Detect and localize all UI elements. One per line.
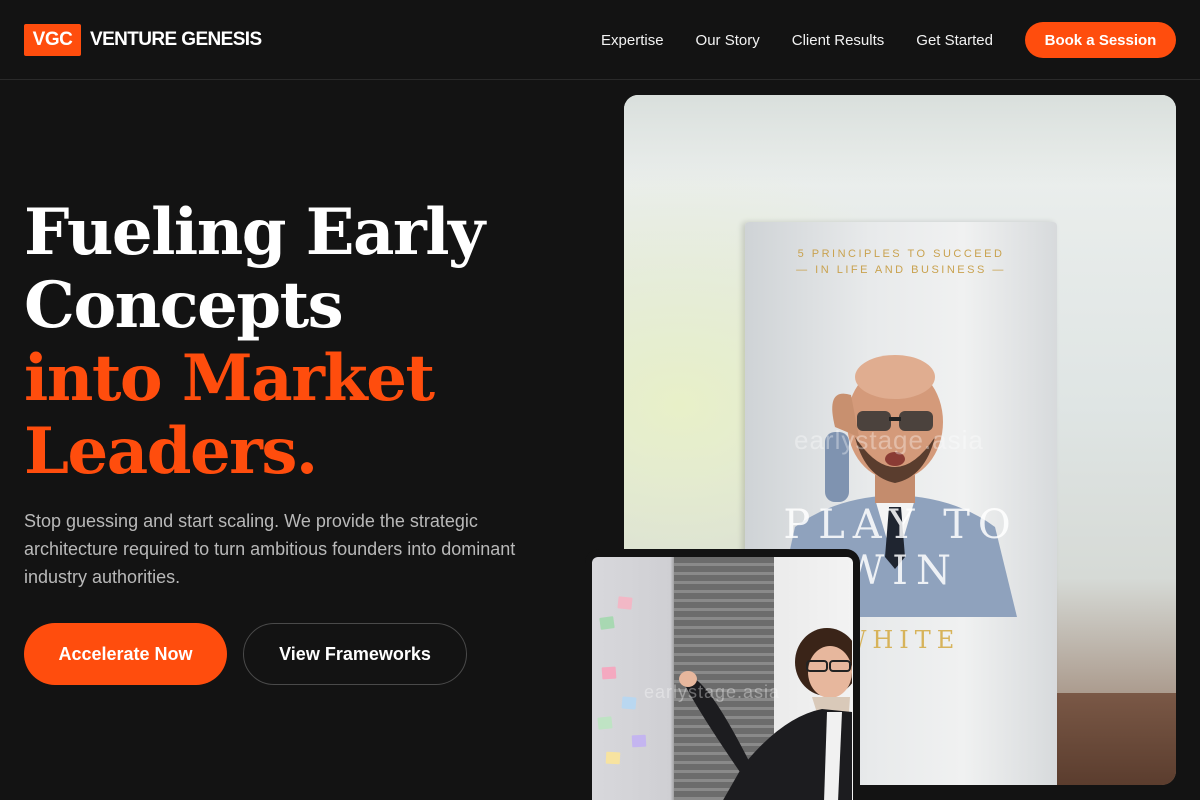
book-session-button[interactable]: Book a Session [1025,22,1176,58]
hero-title: Fueling Early Concepts into Market Leade… [24,196,584,488]
nav-link-get-started[interactable]: Get Started [916,32,993,49]
hero-title-accent-line-1: into Market [24,341,435,416]
planning-photo: earlystage.asia [592,557,853,800]
nav-link-our-story[interactable]: Our Story [696,32,760,49]
sticky-note [599,616,615,630]
nav-link-expertise[interactable]: Expertise [601,32,664,49]
site-header: VGC VENTURE GENESIS Expertise Our Story … [0,0,1200,80]
logo[interactable]: VGC VENTURE GENESIS [24,24,262,56]
nav-link-client-results[interactable]: Client Results [792,32,885,49]
sticky-note [597,716,613,730]
hero-subtitle: Stop guessing and start scaling. We prov… [24,511,516,587]
sticky-note [601,666,617,680]
logo-badge: VGC [24,24,81,56]
woman-illustration [679,628,852,800]
accelerate-now-button[interactable]: Accelerate Now [24,623,227,685]
main-nav: Expertise Our Story Client Results Get S… [601,22,1176,58]
hero-title-line-2: Concepts [24,268,344,343]
logo-text: VENTURE GENESIS [90,29,262,50]
secondary-photo-frame: earlystage.asia [585,549,860,800]
sticky-note [631,734,647,748]
sticky-note [621,696,637,710]
book-principles-line-1: 5 PRINCIPLES TO SUCCEED [797,248,1005,260]
blurred-background [624,95,1176,185]
book-principles-text: 5 PRINCIPLES TO SUCCEED — IN LIFE AND BU… [745,246,1057,278]
sticky-note [617,596,633,610]
watermark-text: earlystage.asia [794,425,984,455]
watermark-text-small: earlystage.asia [644,682,781,702]
hero-title-accent-line-2: Leaders. [24,414,318,489]
view-frameworks-button[interactable]: View Frameworks [243,623,467,685]
sticky-note [605,751,621,765]
book-principles-line-2: — IN LIFE AND BUSINESS — [796,264,1006,276]
hero-title-line-1: Fueling Early [24,195,485,270]
